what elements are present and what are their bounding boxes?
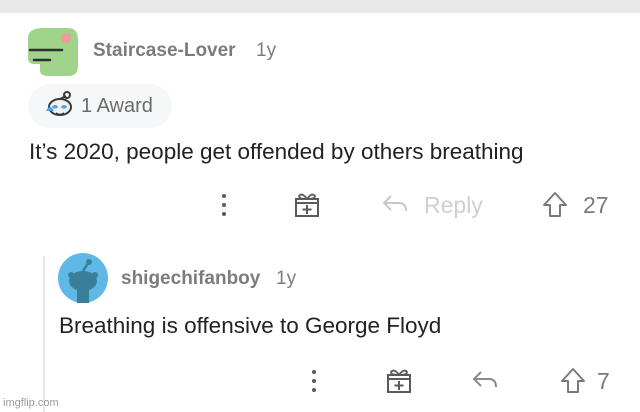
top-divider-bar — [0, 0, 640, 13]
user-avatar[interactable] — [58, 253, 108, 303]
comment-age: 1y — [276, 268, 297, 289]
vote-score: 7 — [597, 368, 610, 394]
give-award-button[interactable] — [293, 190, 321, 223]
snoo-avatar-icon — [58, 253, 108, 303]
snoovatar-icon — [28, 28, 78, 76]
gift-icon — [295, 193, 319, 217]
more-options-button[interactable] — [312, 370, 316, 397]
award-badge[interactable]: 1 Award — [28, 84, 172, 128]
comment-body: Breathing is offensive to George Floyd — [59, 313, 442, 338]
upvote-arrow-icon — [561, 368, 585, 393]
reply-arrow-icon — [472, 371, 497, 388]
more-options-button[interactable] — [222, 194, 226, 221]
vote-score: 27 — [583, 192, 609, 218]
comment-username[interactable]: shigechifanboy — [121, 268, 260, 290]
user-avatar[interactable] — [22, 26, 80, 78]
reply-button[interactable] — [381, 193, 409, 220]
reply-label[interactable]: Reply — [424, 192, 483, 219]
give-award-button[interactable] — [385, 366, 413, 399]
reply-button[interactable] — [471, 369, 499, 396]
thread-line[interactable] — [43, 256, 45, 412]
comment-body: It’s 2020, people get offended by others… — [29, 139, 524, 164]
reply-arrow-icon — [382, 195, 407, 212]
upvote-arrow-icon — [543, 192, 567, 217]
comment-username[interactable]: Staircase-Lover — [93, 40, 236, 62]
award-count-label: 1 Award — [81, 95, 153, 117]
watermark: imgflip.com — [3, 397, 59, 409]
wholesome-award-icon — [42, 91, 74, 126]
upvote-button[interactable] — [542, 191, 568, 224]
gift-icon — [387, 369, 411, 393]
upvote-button[interactable] — [560, 367, 586, 400]
comment-age: 1y — [256, 40, 277, 61]
